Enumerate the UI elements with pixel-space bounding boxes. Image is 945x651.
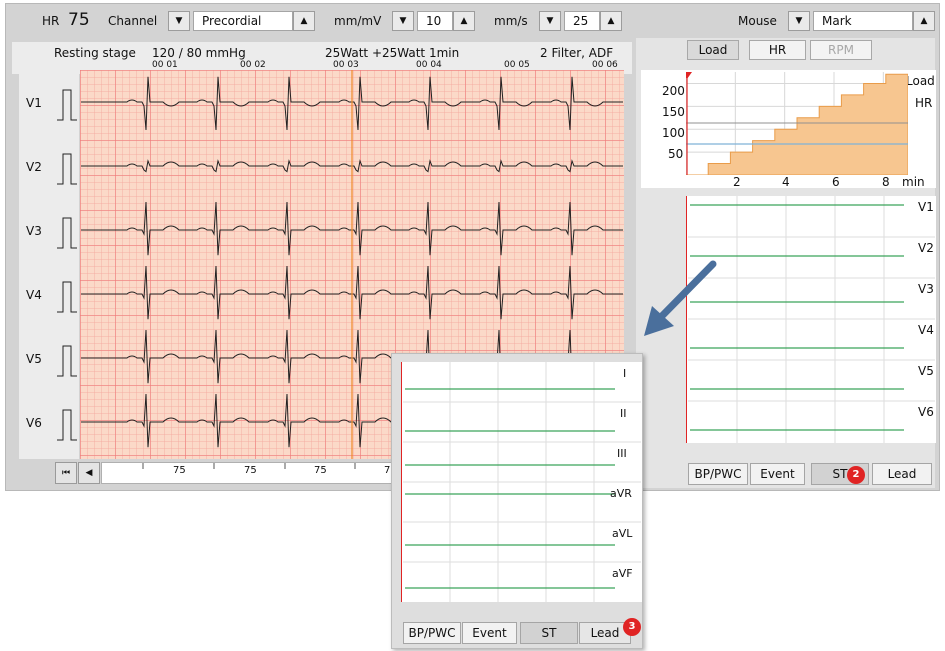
- popup-lead-label: aVL: [612, 527, 633, 540]
- chevron-down-icon: ▼: [795, 16, 803, 26]
- time-mark: 00 03: [333, 60, 359, 70]
- stage-text: Resting stage: [54, 46, 136, 60]
- load-area: [686, 73, 908, 175]
- mouse-label: Mouse: [738, 14, 777, 28]
- mouse-select[interactable]: Mark: [813, 11, 913, 31]
- trend-legend-hr: HR: [915, 96, 933, 110]
- channel-label: Channel: [108, 14, 158, 28]
- speed-select[interactable]: 25: [564, 11, 600, 31]
- chevron-up-icon: ▲: [460, 16, 468, 26]
- gain-down-button[interactable]: ▼: [392, 11, 414, 31]
- st-lead-label: V2: [918, 241, 934, 255]
- popup-tab-bp-pwc[interactable]: BP/PWC: [403, 622, 461, 644]
- time-mark: 00 06: [592, 60, 618, 70]
- time-mark: 00 05: [504, 60, 530, 70]
- st-lead-label: V1: [918, 200, 934, 214]
- st-lead-label: V5: [918, 364, 934, 378]
- st-lead-label: V4: [918, 323, 934, 337]
- tab-rpm[interactable]: RPM: [810, 40, 872, 60]
- chevron-down-icon: ▼: [175, 16, 183, 26]
- callout-arrow: [644, 260, 717, 336]
- y-tick-label: 50: [668, 147, 684, 161]
- calibration-pulse: [57, 409, 77, 441]
- mouse-down-button[interactable]: ▼: [788, 11, 810, 31]
- gain-select[interactable]: 10: [417, 11, 453, 31]
- y-tick-label: 150: [662, 105, 685, 119]
- time-mark: 00 01: [152, 60, 178, 70]
- hr-mark: 75: [173, 465, 186, 476]
- scroll-prev-button[interactable]: ◀: [78, 462, 100, 484]
- hr-mark: 75: [244, 465, 257, 476]
- channel-down-button[interactable]: ▼: [168, 11, 190, 31]
- x-tick-label: 6: [832, 175, 840, 189]
- lead-label-v1: V1: [26, 96, 42, 110]
- channel-select[interactable]: Precordial: [193, 11, 293, 31]
- tab-load[interactable]: Load: [687, 40, 739, 60]
- tab-hr[interactable]: HR: [749, 40, 806, 60]
- gain-up-button[interactable]: ▲: [453, 11, 475, 31]
- callout-badge-3: 3: [623, 618, 641, 636]
- popup-lead-label: aVF: [612, 567, 633, 580]
- tab-event[interactable]: Event: [750, 463, 805, 485]
- speed-down-button[interactable]: ▼: [539, 11, 561, 31]
- st-lead-label: V3: [918, 282, 934, 296]
- callout-badge-2: 2: [847, 466, 865, 484]
- chevron-up-icon: ▲: [920, 16, 928, 26]
- x-tick-label: 4: [782, 175, 790, 189]
- lead-label-v4: V4: [26, 288, 42, 302]
- calibration-pulse: [57, 217, 77, 249]
- tab-lead[interactable]: Lead: [872, 463, 932, 485]
- time-mark: 00 02: [240, 60, 266, 70]
- tab-bp-pwc[interactable]: BP/PWC: [688, 463, 748, 485]
- x-unit-label: min: [902, 175, 925, 189]
- x-tick-label: 2: [733, 175, 741, 189]
- lead-label-v5: V5: [26, 352, 42, 366]
- calibration-pulse: [57, 89, 77, 121]
- st-grid: [688, 196, 935, 443]
- chevron-up-icon: ▲: [607, 16, 615, 26]
- trend-plot: [686, 72, 908, 175]
- lead-label-v6: V6: [26, 416, 42, 430]
- load-text: 25Watt +25Watt 1min: [325, 46, 460, 60]
- speed-up-button[interactable]: ▲: [600, 11, 622, 31]
- st-lead-label: V6: [918, 405, 934, 419]
- bp-text: 120 / 80 mmHg: [152, 46, 246, 60]
- hr-mark: 75: [314, 465, 327, 476]
- popup-lead-label: aVR: [610, 487, 632, 500]
- y-tick-label: 100: [662, 126, 685, 140]
- st-lead-popup: I II III aVR aVL aVF BP/PWC Event ST Lea…: [391, 353, 643, 649]
- scroll-first-button[interactable]: ⏮: [55, 462, 77, 484]
- lead-label-v2: V2: [26, 160, 42, 174]
- skip-first-icon: ⏮: [61, 468, 71, 478]
- popup-tab-event[interactable]: Event: [462, 622, 517, 644]
- hr-value: 75: [68, 10, 90, 30]
- chevron-left-icon: ◀: [85, 468, 93, 478]
- y-tick-label: 200: [662, 84, 685, 98]
- x-tick-label: 8: [882, 175, 890, 189]
- time-mark: 00 04: [416, 60, 442, 70]
- calibration-pulse: [57, 345, 77, 377]
- current-time-marker: [686, 72, 692, 79]
- hr-label: HR: [42, 14, 60, 28]
- calibration-pulse: [57, 153, 77, 185]
- popup-lead-label: III: [617, 447, 627, 460]
- popup-lead-label: II: [620, 407, 627, 420]
- lead-label-v3: V3: [26, 224, 42, 238]
- gain-label: mm/mV: [334, 14, 382, 28]
- chevron-down-icon: ▼: [399, 16, 407, 26]
- calibration-pulse: [57, 281, 77, 313]
- filter-text: 2 Filter, ADF: [540, 46, 614, 60]
- channel-up-button[interactable]: ▲: [293, 11, 315, 31]
- trend-legend-load: Load: [906, 74, 935, 88]
- speed-label: mm/s: [494, 14, 528, 28]
- popup-st-grid: [403, 362, 641, 602]
- chevron-down-icon: ▼: [546, 16, 554, 26]
- popup-lead-label: I: [623, 367, 627, 380]
- chevron-up-icon: ▲: [300, 16, 308, 26]
- mouse-up-button[interactable]: ▲: [913, 11, 935, 31]
- popup-tab-st[interactable]: ST: [520, 622, 578, 644]
